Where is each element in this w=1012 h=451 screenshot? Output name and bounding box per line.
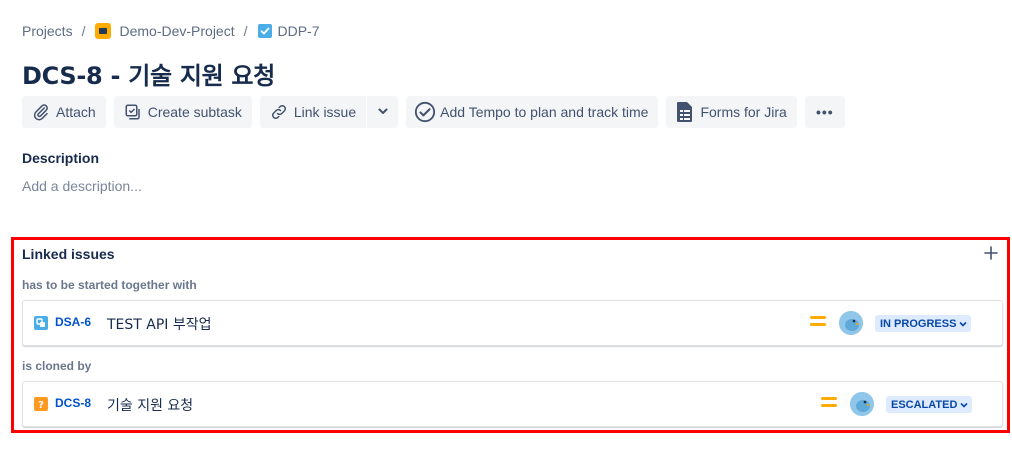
attach-label: Attach: [56, 104, 96, 120]
project-avatar-icon: [95, 23, 112, 39]
breadcrumb-project[interactable]: Demo-Dev-Project: [95, 23, 235, 39]
form-document-icon: [674, 101, 696, 123]
description-heading: Description: [22, 150, 100, 166]
paperclip-icon: [30, 101, 52, 123]
description-input[interactable]: Add a description...: [22, 178, 142, 194]
chevron-down-icon: [959, 320, 967, 328]
create-subtask-label: Create subtask: [147, 104, 242, 120]
tempo-button[interactable]: Add Tempo to plan and track time: [406, 96, 659, 128]
breadcrumb: Projects / Demo-Dev-Project / DDP-7: [22, 21, 320, 41]
assignee-avatar[interactable]: [850, 392, 874, 416]
medium-priority-icon: [821, 397, 837, 411]
subtask-icon: [122, 101, 144, 123]
chevron-down-icon: [377, 104, 389, 120]
link-type-label: has to be started together with: [22, 278, 197, 292]
forms-for-jira-label: Forms for Jira: [700, 104, 787, 120]
add-linked-issue-button[interactable]: [983, 245, 999, 261]
breadcrumb-projects[interactable]: Projects: [22, 23, 73, 39]
linked-issues-heading: Linked issues: [22, 246, 115, 262]
tempo-check-icon: [414, 101, 436, 123]
chevron-down-icon: [960, 401, 968, 409]
assignee-avatar[interactable]: [839, 311, 863, 335]
linked-issue-summary[interactable]: TEST API 부작업: [107, 314, 212, 334]
medium-priority-icon: [810, 316, 826, 330]
svg-text:?: ?: [38, 400, 44, 411]
link-type-label: is cloned by: [22, 359, 92, 373]
task-checkbox-icon: [257, 24, 272, 38]
issue-toolbar: Attach Create subtask Link issue Add Tem…: [22, 96, 853, 128]
issue-title[interactable]: DCS-8 - 기술 지원 요청: [22, 56, 275, 91]
status-label: IN PROGRESS: [880, 317, 957, 330]
linked-issue-summary[interactable]: 기술 지원 요청: [107, 395, 193, 415]
linked-issue-key[interactable]: DSA-6: [55, 315, 91, 329]
linked-issues-panel: Linked issues has to be started together…: [11, 237, 1010, 433]
linked-issue-row[interactable]: ? DCS-8 기술 지원 요청 ESCALATED: [22, 381, 1003, 427]
breadcrumb-parent-label: DDP-7: [277, 23, 320, 39]
linked-issue-row[interactable]: DSA-6 TEST API 부작업 IN PROGRESS: [22, 300, 1003, 346]
link-issue-dropdown-button[interactable]: [367, 96, 399, 128]
tempo-label: Add Tempo to plan and track time: [440, 104, 649, 120]
breadcrumb-separator: /: [243, 23, 248, 39]
status-label: ESCALATED: [891, 398, 958, 411]
breadcrumb-project-label: Demo-Dev-Project: [119, 23, 235, 39]
attach-button[interactable]: Attach: [22, 96, 106, 128]
plus-icon: [984, 246, 998, 260]
status-lozenge[interactable]: IN PROGRESS: [875, 315, 972, 332]
forms-for-jira-button[interactable]: Forms for Jira: [666, 96, 797, 128]
link-issue-button[interactable]: Link issue: [259, 96, 367, 128]
create-subtask-button[interactable]: Create subtask: [113, 96, 252, 128]
more-icon: •••: [815, 104, 834, 120]
more-actions-button[interactable]: •••: [804, 96, 845, 128]
question-icon: ?: [34, 397, 48, 411]
link-issue-label: Link issue: [293, 104, 357, 120]
breadcrumb-separator: /: [81, 23, 86, 39]
link-icon: [268, 101, 290, 123]
breadcrumb-parent-issue[interactable]: DDP-7: [257, 23, 320, 39]
subtask-icon: [34, 316, 48, 330]
status-lozenge[interactable]: ESCALATED: [886, 396, 973, 413]
linked-issue-key[interactable]: DCS-8: [55, 396, 91, 410]
